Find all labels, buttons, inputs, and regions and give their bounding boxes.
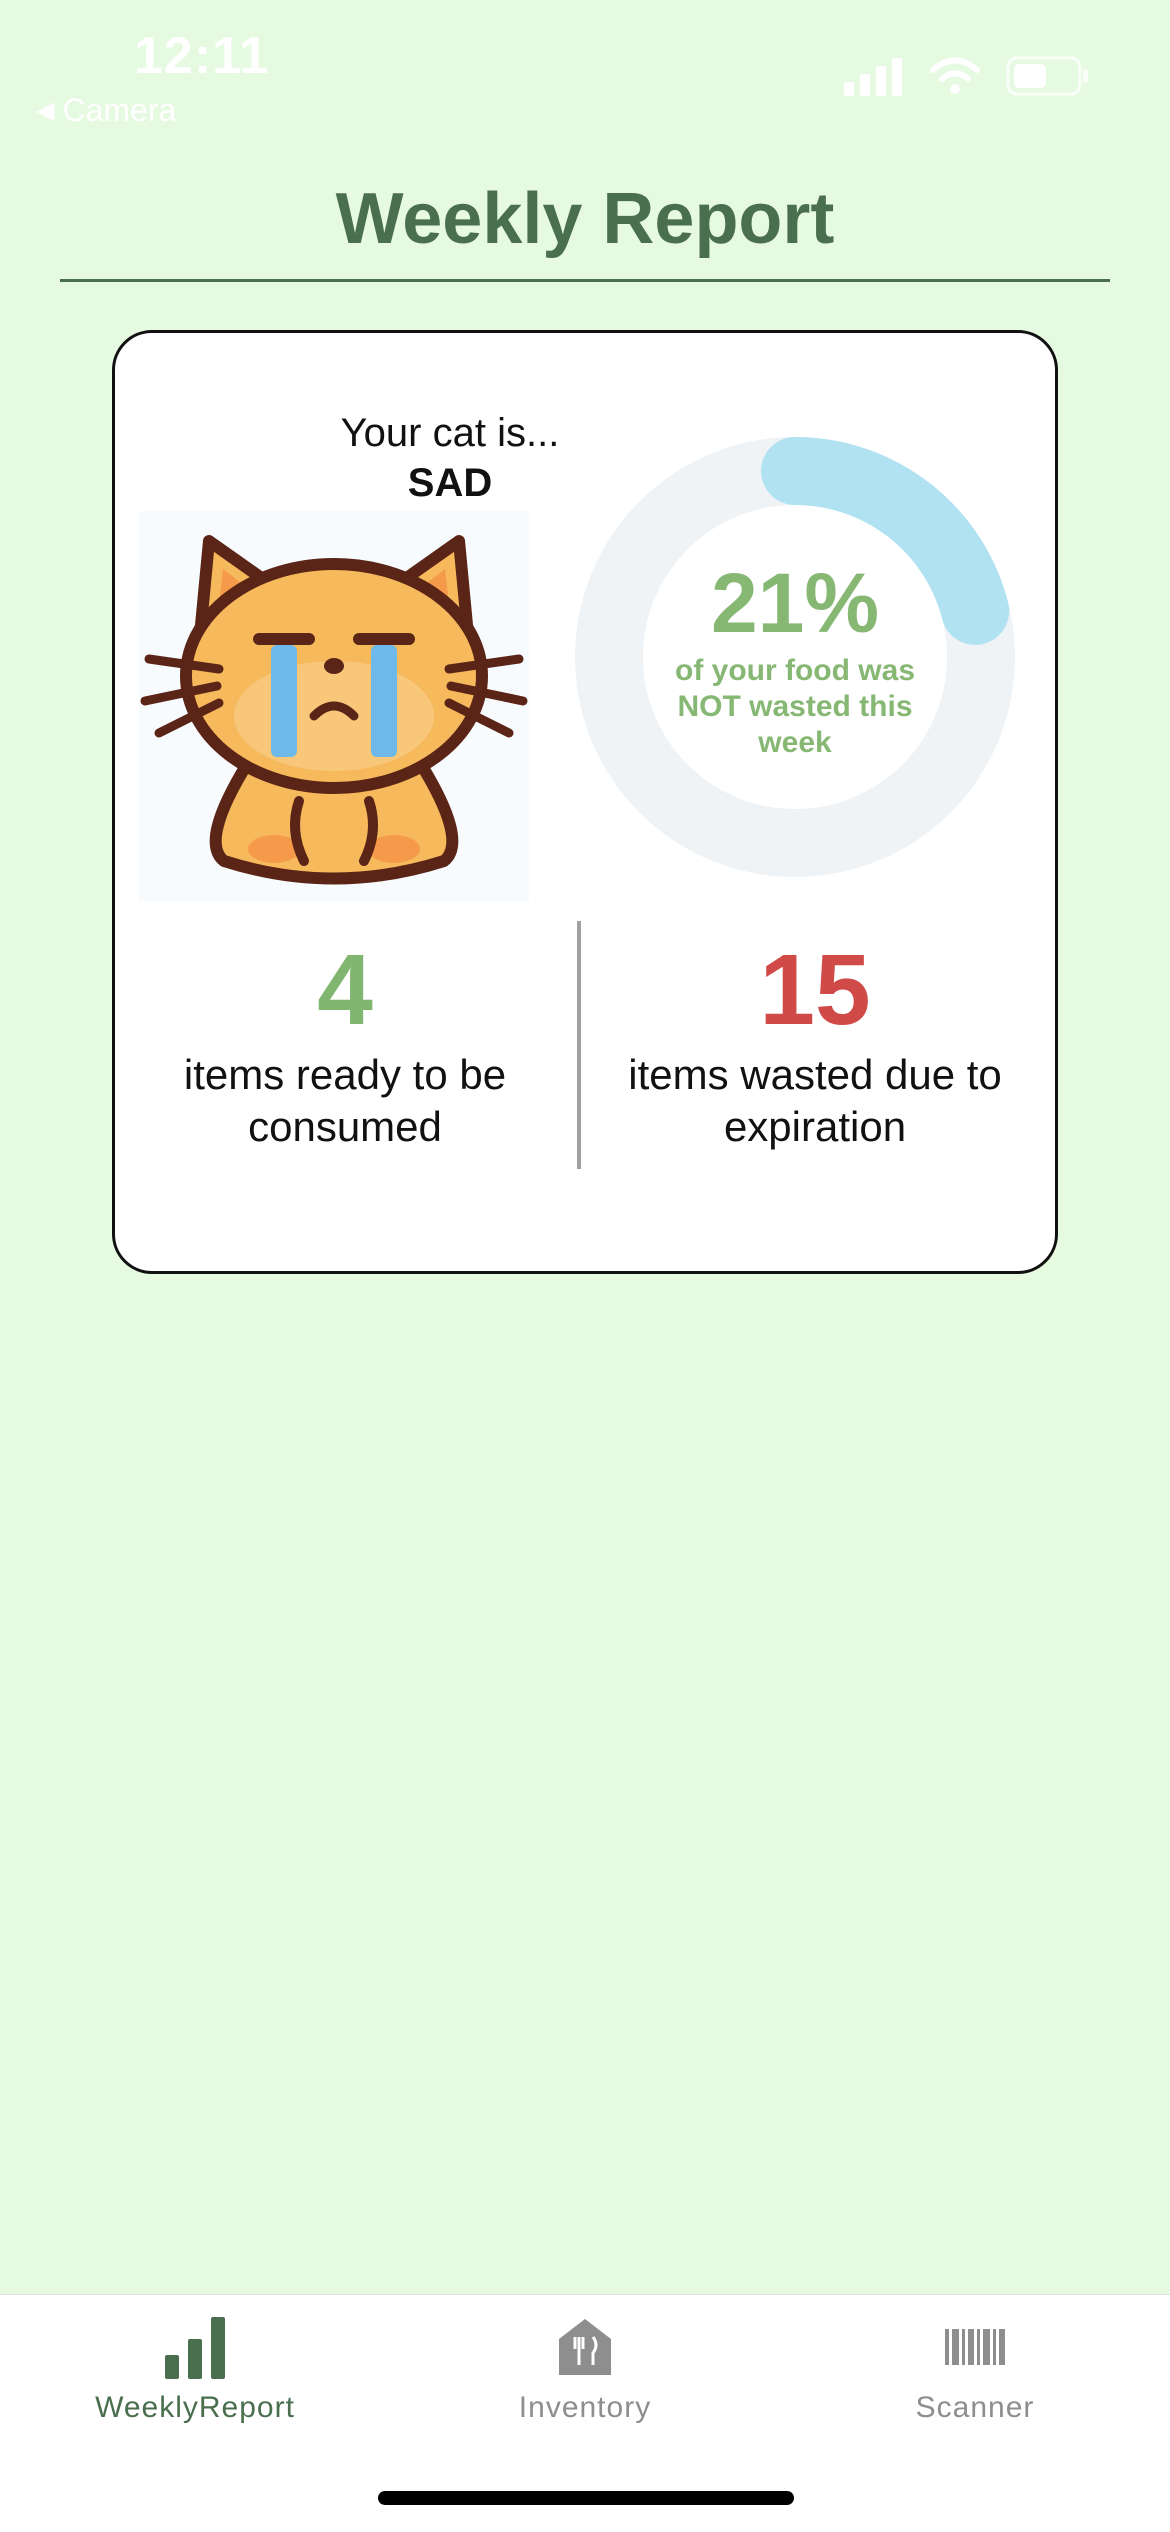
sad-cat-image	[139, 511, 529, 901]
wasted-label: items wasted due to expiration	[628, 1051, 1002, 1150]
title-underline	[60, 279, 1110, 282]
tab-scanner-label: Scanner	[915, 2391, 1035, 2424]
battery-icon	[1006, 56, 1088, 96]
back-label: Camera	[62, 92, 177, 128]
tab-inventory-label: Inventory	[518, 2391, 652, 2424]
tab-weekly-report[interactable]: WeeklyReport	[0, 2315, 390, 2465]
signal-icon	[844, 58, 902, 96]
bar-chart-icon	[165, 2317, 225, 2379]
back-to-camera-link[interactable]: ◀ Camera	[36, 92, 176, 129]
wasted-count: 15	[759, 934, 871, 1046]
report-card: Your cat is... SAD 21% of your food was …	[112, 330, 1058, 1274]
stats-divider	[577, 921, 581, 1169]
home-indicator[interactable]	[378, 2491, 794, 2505]
ready-label: items ready to be consumed	[183, 1051, 507, 1150]
status-time: 12:11	[134, 27, 270, 85]
tab-scanner[interactable]: Scanner	[780, 2315, 1170, 2465]
wifi-icon	[930, 57, 980, 94]
ready-count: 4	[317, 934, 373, 1046]
status-icons	[844, 56, 1090, 96]
tab-inventory[interactable]: Inventory	[390, 2315, 780, 2465]
back-triangle-icon: ◀	[36, 97, 55, 124]
tab-weekly-report-label: WeeklyReport	[95, 2391, 295, 2424]
page-title: Weekly Report	[335, 179, 835, 259]
not-wasted-percent: 21%	[710, 556, 880, 650]
weekly-report-screen: 12:11 ◀ Camera Weekly Report Your cat is…	[0, 0, 1170, 2532]
fridge-utensils-icon	[559, 2319, 611, 2375]
barcode-icon	[945, 2329, 1005, 2365]
not-wasted-label: of your food was NOT wasted this week	[675, 654, 915, 759]
